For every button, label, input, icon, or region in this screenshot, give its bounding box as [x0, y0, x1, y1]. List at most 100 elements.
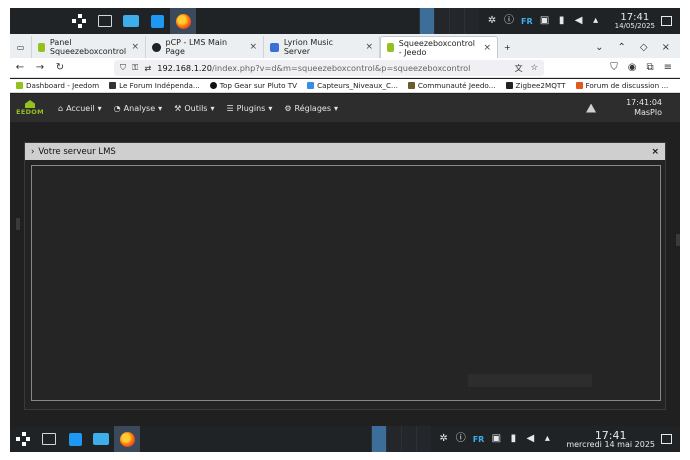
close-tab-icon[interactable]: ×: [365, 42, 373, 52]
desktop-4[interactable]: [415, 426, 431, 452]
bookmark-capteurs[interactable]: Capteurs_Niveaux_C...: [307, 81, 398, 90]
modal-iframe-area[interactable]: [31, 165, 661, 401]
new-tab-button[interactable]: +: [498, 36, 518, 58]
close-modal-icon[interactable]: ×: [651, 147, 659, 157]
settings-icon: [98, 15, 112, 27]
desktop-1[interactable]: [419, 8, 435, 34]
jeedom-logo[interactable]: EEDOM: [10, 100, 50, 116]
show-desktop-icon[interactable]: [661, 16, 672, 26]
forward-icon[interactable]: →: [30, 62, 50, 73]
jeedom-app: EEDOM ⌂ Accueil ▾ ◔ Analyse ▾ ⚒ Outils ▾ ☰ Plug…: [10, 94, 680, 426]
desktop-1[interactable]: [370, 426, 386, 452]
wrench-icon: ⚒: [174, 103, 182, 113]
firefox-taskbar-button[interactable]: [170, 8, 196, 34]
bookmark-forum-independant[interactable]: Le Forum Indépenda...: [109, 81, 200, 90]
system-tray: ✲ ⓘ FR ▣ ▮ ◀ ▴: [479, 8, 609, 34]
menu-plugins[interactable]: ☰ Plugins ▾: [226, 104, 272, 113]
account-icon[interactable]: ◉: [628, 62, 637, 73]
pocket-icon[interactable]: ⛉: [610, 62, 618, 73]
logo-text: EEDOM: [16, 108, 44, 116]
minimize-icon[interactable]: ⌃: [618, 42, 626, 53]
jeedom-user[interactable]: MasPlo: [626, 108, 662, 118]
reload-icon[interactable]: ↻: [50, 62, 70, 73]
firefox-taskbar-button[interactable]: [114, 426, 140, 452]
pcp-favicon-icon: [152, 42, 161, 52]
system-settings-button[interactable]: [92, 8, 118, 34]
bookmark-top-gear[interactable]: Top Gear sur Pluto TV: [209, 81, 297, 90]
volume-icon[interactable]: ◀: [525, 434, 535, 444]
bookmark-zigbee2mqtt[interactable]: Zigbee2MQTT: [505, 81, 566, 90]
show-desktop-icon[interactable]: [661, 434, 672, 444]
digital-clock[interactable]: 17:41 mercredi 14 mai 2025: [566, 430, 655, 449]
shield-icon[interactable]: ⛉: [120, 62, 126, 73]
clipboard-icon[interactable]: ▣: [491, 434, 501, 444]
menu-reglages[interactable]: ⚙ Réglages ▾: [284, 104, 338, 113]
bookmark-dashboard-jeedom[interactable]: Dashboard - Jeedom: [16, 81, 99, 90]
keyboard-layout[interactable]: FR: [473, 435, 485, 444]
kde-logo-icon: [16, 432, 30, 446]
warning-icon[interactable]: [586, 103, 597, 113]
clock-time: 17:41: [594, 428, 627, 442]
menu-label: Accueil: [66, 103, 95, 113]
permissions-icon[interactable]: ⇄: [144, 63, 151, 73]
desktop-4[interactable]: [464, 8, 480, 34]
tab-overview-button[interactable]: ▭: [10, 36, 32, 58]
discover-store-button[interactable]: [62, 426, 88, 452]
restore-icon[interactable]: ◇: [640, 42, 648, 53]
tray-expand-icon[interactable]: ▴: [542, 434, 552, 444]
close-tab-icon[interactable]: ×: [249, 42, 257, 52]
network-icon[interactable]: ✲: [439, 434, 449, 444]
bookmark-star-icon[interactable]: ☆: [531, 62, 538, 74]
desktop-3[interactable]: [449, 8, 465, 34]
battery-icon[interactable]: ▮: [557, 16, 567, 26]
info-icon[interactable]: ⓘ: [504, 16, 514, 26]
desktop-2[interactable]: [385, 426, 401, 452]
info-icon[interactable]: ⓘ: [456, 434, 466, 444]
lms-server-modal: › Votre serveur LMS ×: [24, 142, 666, 410]
back-icon[interactable]: ←: [10, 62, 30, 73]
virtual-desktop-pager[interactable]: [370, 426, 431, 452]
jeedom-time: 17:41:04: [626, 98, 662, 108]
close-tab-icon[interactable]: ×: [483, 43, 491, 53]
tab-squeezeboxcontrol-active[interactable]: Squeezeboxcontrol - Jeedo ×: [380, 36, 498, 58]
caret-down-icon: ▾: [97, 103, 102, 113]
close-tab-icon[interactable]: ×: [131, 42, 139, 52]
tab-pcp-lms[interactable]: pCP - LMS Main Page ×: [146, 36, 264, 58]
clipboard-icon[interactable]: ▣: [540, 16, 550, 26]
translate-icon[interactable]: 文: [514, 62, 522, 74]
insecure-lock-icon[interactable]: ⚿: [132, 62, 138, 73]
tab-list-dropdown-icon[interactable]: ⌄: [595, 42, 603, 53]
close-window-icon[interactable]: ×: [662, 42, 670, 53]
tab-list-icon: ▭: [16, 42, 25, 52]
kde-logo-icon: [72, 14, 86, 28]
url-bar[interactable]: ⛉ ⚿ ⇄ 192.168.1.20/index.php?v=d&m=squee…: [114, 59, 544, 76]
tab-panel-squeezebox[interactable]: Panel Squeezeboxcontrol ×: [32, 36, 146, 58]
extensions-icon[interactable]: ⧉: [646, 62, 653, 73]
keyboard-layout[interactable]: FR: [521, 17, 533, 26]
digital-clock[interactable]: 17:41 14/05/2025: [615, 12, 655, 30]
system-settings-button[interactable]: [36, 426, 62, 452]
network-icon[interactable]: ✲: [487, 16, 497, 26]
discover-store-button[interactable]: [144, 8, 170, 34]
battery-icon[interactable]: ▮: [508, 434, 518, 444]
menu-analyse[interactable]: ◔ Analyse ▾: [114, 104, 163, 113]
tray-expand-icon[interactable]: ▴: [591, 16, 601, 26]
desktop-2[interactable]: [434, 8, 450, 34]
file-manager-button[interactable]: [88, 426, 114, 452]
app-launcher-button[interactable]: [10, 426, 36, 452]
faded-placeholder: [468, 374, 592, 387]
bookmark-communaute-jeedom[interactable]: Communauté Jeedo...: [407, 81, 496, 90]
tab-lyrion[interactable]: Lyrion Music Server ×: [264, 36, 380, 58]
app-launcher-button[interactable]: [66, 8, 92, 34]
bookmark-forum-discussion[interactable]: Forum de discussion ...: [575, 81, 668, 90]
menu-accueil[interactable]: ⌂ Accueil ▾: [58, 104, 102, 113]
desktop-3[interactable]: [400, 426, 416, 452]
url-host: 192.168.1.20: [157, 62, 212, 73]
virtual-desktop-pager[interactable]: [419, 8, 480, 34]
volume-icon[interactable]: ◀: [574, 16, 584, 26]
menu-icon[interactable]: ≡: [664, 62, 672, 73]
menu-outils[interactable]: ⚒ Outils ▾: [174, 104, 214, 113]
file-manager-button[interactable]: [118, 8, 144, 34]
modal-title: Votre serveur LMS: [38, 146, 116, 157]
zigbee-bookmark-icon: [505, 82, 513, 89]
